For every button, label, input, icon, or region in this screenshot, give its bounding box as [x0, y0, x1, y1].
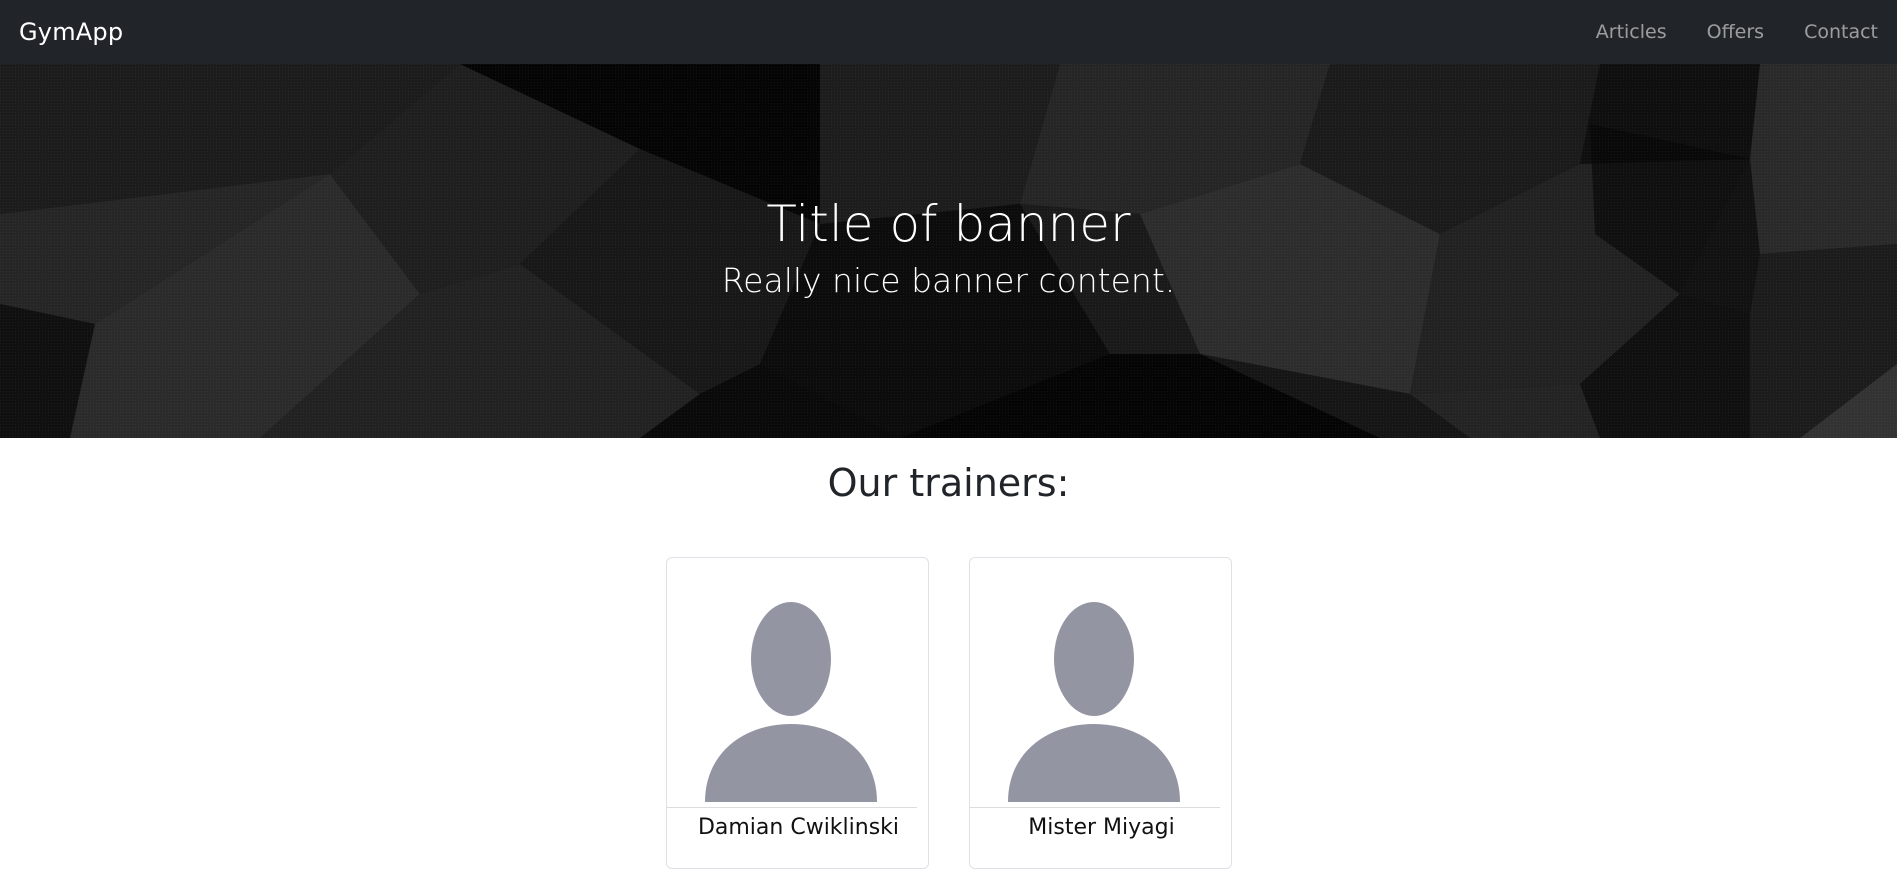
card-divider	[667, 807, 917, 808]
trainer-card[interactable]: Damian Cwiklinski	[666, 557, 929, 869]
trainer-name: Mister Miyagi	[1028, 815, 1175, 840]
nav-links: Articles Offers Contact	[1596, 21, 1878, 43]
brand-link[interactable]: GymApp	[19, 18, 123, 46]
nav-link-contact[interactable]: Contact	[1804, 21, 1878, 43]
card-divider	[970, 807, 1220, 808]
trainer-name: Damian Cwiklinski	[697, 815, 900, 840]
top-navbar: GymApp Articles Offers Contact	[0, 0, 1897, 64]
nav-link-articles[interactable]: Articles	[1596, 21, 1667, 43]
hero-banner: Title of banner Really nice banner conte…	[0, 64, 1897, 438]
trainer-card[interactable]: Mister Miyagi	[969, 557, 1232, 869]
person-icon	[1008, 602, 1180, 802]
nav-link-offers[interactable]: Offers	[1707, 21, 1764, 43]
banner-title: Title of banner	[766, 195, 1131, 253]
person-icon	[705, 602, 877, 802]
banner-subtitle: Really nice banner content.	[721, 261, 1176, 300]
banner-text: Title of banner Really nice banner conte…	[0, 64, 1897, 438]
trainers-heading: Our trainers:	[827, 461, 1070, 505]
